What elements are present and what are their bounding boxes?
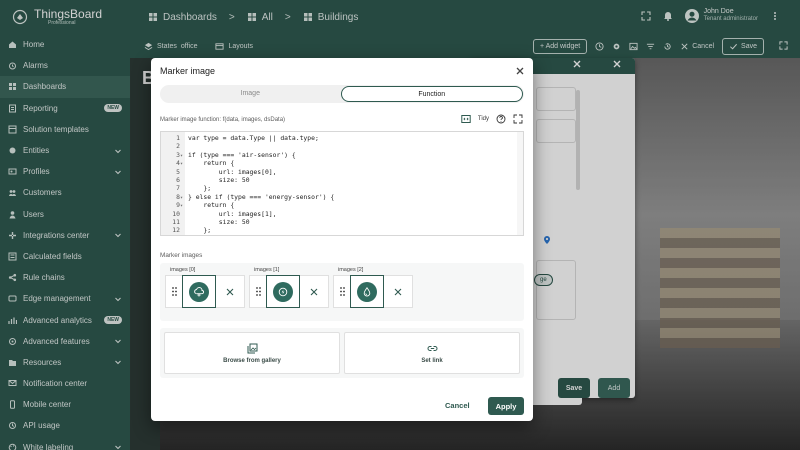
image-caption: images [0] — [170, 267, 196, 273]
gallery-icon — [247, 343, 257, 353]
line-number: 1 — [176, 134, 180, 142]
image-caption: images [1] — [254, 267, 280, 273]
dialog-apply-button[interactable]: Apply — [488, 397, 524, 415]
close-icon — [394, 288, 402, 295]
code-line: 2 — [161, 142, 523, 151]
line-number: 10 — [172, 209, 180, 218]
code-text: return { — [188, 159, 235, 168]
line-number: 11 — [172, 218, 180, 226]
close-icon — [226, 288, 234, 295]
code-text: size: 50 — [188, 218, 250, 226]
line-number: 6 — [176, 176, 180, 184]
code-line: 10 url: images[1], — [161, 209, 523, 218]
code-line: 5 url: images[0], — [161, 167, 523, 176]
browse-gallery-button[interactable]: Browse from gallery — [164, 332, 340, 374]
tab-image[interactable]: Image — [160, 86, 341, 102]
image-thumbnail[interactable] — [182, 275, 216, 308]
set-link-label: Set link — [421, 357, 443, 364]
delete-image-button[interactable] — [216, 275, 244, 308]
marker-image-item: images [1] — [249, 267, 333, 308]
line-number: 3 — [176, 150, 180, 159]
drag-handle-icon[interactable] — [250, 275, 266, 308]
code-line: 1 var type = data.Type || data.type; — [161, 134, 523, 142]
marker-image-item: images [0] — [165, 267, 249, 308]
code-line: 6 size: 50 — [161, 176, 523, 184]
line-number: 4 — [176, 159, 180, 168]
tab-function[interactable]: Function — [340, 86, 523, 102]
close-icon[interactable] — [515, 66, 525, 76]
function-label: Marker image function: f(data, images, d… — [160, 117, 286, 123]
code-line: 7 }; — [161, 184, 523, 193]
fullscreen-icon[interactable] — [513, 114, 523, 124]
line-number: 8 — [176, 192, 180, 201]
marker-images-label: Marker images — [160, 252, 203, 259]
close-icon — [310, 288, 318, 295]
energy-sensor-icon — [278, 287, 288, 296]
marker-images-list: images [0] images [1] images [2] — [160, 263, 524, 321]
drag-handle-icon[interactable] — [334, 275, 350, 308]
marker-image-item: images [2] — [333, 267, 417, 308]
line-number: 12 — [172, 226, 180, 235]
air-sensor-icon — [194, 286, 204, 296]
image-caption: images [2] — [338, 267, 364, 273]
code-text: return { — [188, 201, 235, 210]
help-icon[interactable] — [496, 114, 506, 124]
line-number: 7 — [176, 184, 180, 193]
code-frame-icon[interactable] — [461, 114, 471, 124]
tidy-button[interactable]: Tidy — [478, 116, 489, 122]
code-text: } else if (type === 'water-sensor') { — [185, 235, 330, 236]
marker-image-dialog: Marker image Image Function Marker image… — [151, 58, 533, 421]
image-function-toggle: Image Function — [160, 85, 524, 103]
image-actions: Browse from gallery Set link — [160, 328, 524, 378]
line-number: 5 — [176, 167, 180, 176]
browse-gallery-label: Browse from gallery — [223, 357, 281, 364]
line-number: 2 — [176, 142, 180, 151]
code-text: if (type === 'air-sensor') { — [188, 150, 296, 159]
dialog-title: Marker image — [160, 66, 216, 76]
line-number: 9 — [176, 201, 180, 210]
code-line: 4▾ return { — [161, 159, 523, 168]
code-text: var type = data.Type || data.type; — [188, 134, 319, 142]
dialog-cancel-button[interactable]: Cancel — [445, 401, 470, 410]
delete-image-button[interactable] — [300, 275, 328, 308]
delete-image-button[interactable] — [384, 275, 412, 308]
link-icon — [427, 345, 437, 351]
image-thumbnail[interactable] — [350, 275, 384, 308]
image-thumbnail[interactable] — [266, 275, 300, 308]
code-line: 3▾ if (type === 'air-sensor') { — [161, 150, 523, 159]
code-line: 12 }; — [161, 226, 523, 235]
water-sensor-icon — [363, 286, 371, 296]
code-line: 11 size: 50 — [161, 218, 523, 226]
code-line: 8▾} else if (type === 'energy-sensor') { — [161, 192, 523, 201]
code-text: url: images[1], — [188, 209, 277, 218]
code-text: size: 50 — [188, 176, 250, 184]
code-text: url: images[0], — [188, 167, 277, 176]
code-text: }; — [188, 184, 212, 193]
line-number: 13 — [161, 235, 180, 236]
editor-toolbar: Tidy — [461, 114, 523, 124]
code-line: 9▾ return { — [161, 201, 523, 210]
editor-scrollbar[interactable] — [517, 132, 523, 235]
code-editor[interactable]: 1 var type = data.Type || data.type; 2 3▾ if… — [160, 131, 524, 236]
code-text: }; — [188, 226, 212, 235]
code-line: 13▾} else if (type === 'water-sensor') { — [161, 235, 523, 236]
code-text: } else if (type === 'energy-sensor') { — [188, 192, 335, 201]
set-link-button[interactable]: Set link — [344, 332, 520, 374]
drag-handle-icon[interactable] — [166, 275, 182, 308]
